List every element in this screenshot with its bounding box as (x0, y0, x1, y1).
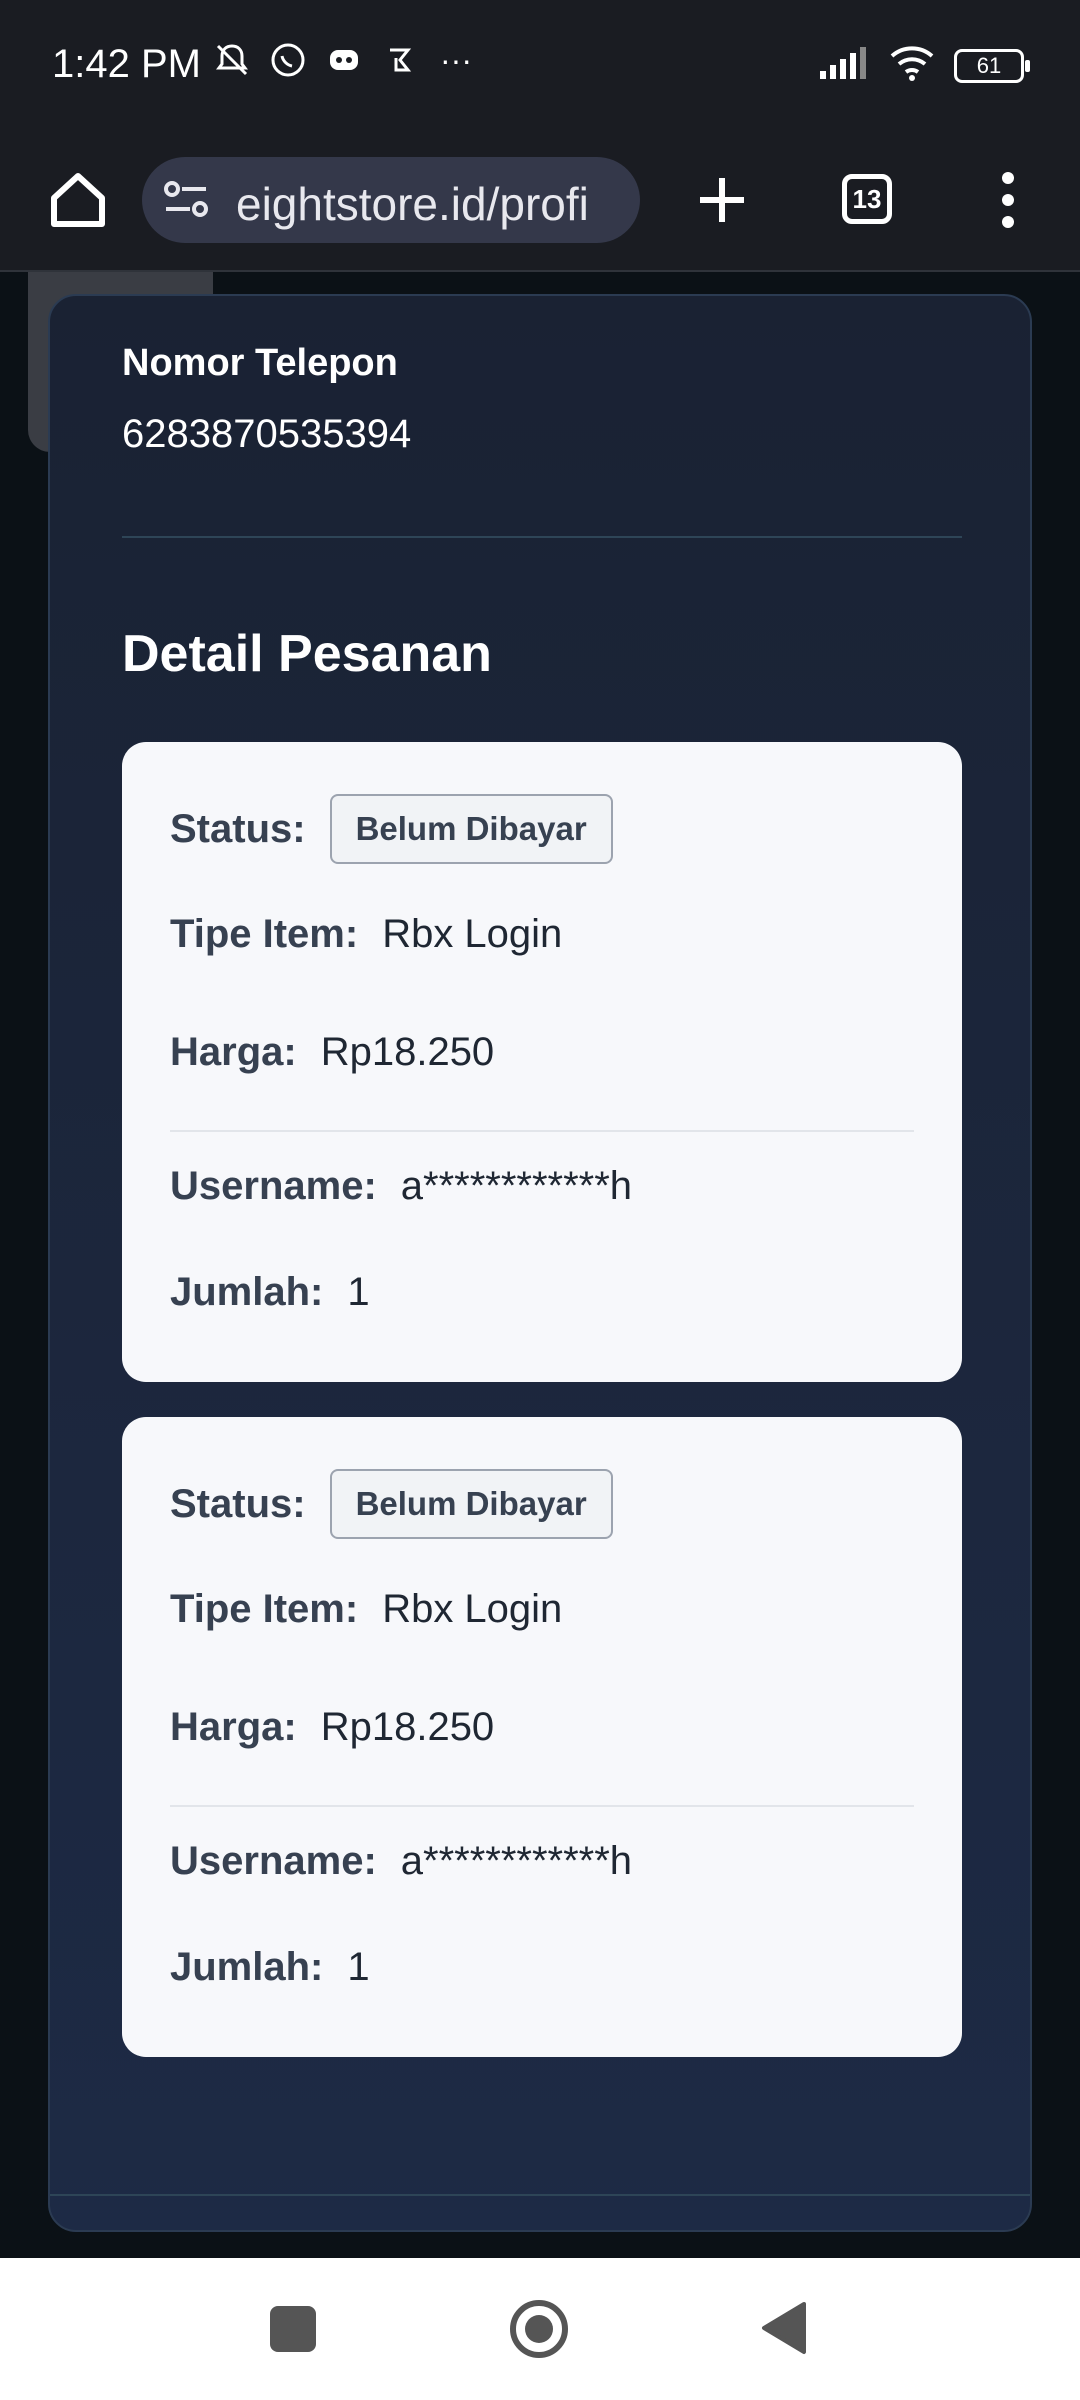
status-badge: Belum Dibayar (329, 1469, 613, 1539)
price-label: Harga: (170, 1705, 297, 1749)
price-row: Harga: Rp18.250 (170, 1705, 494, 1750)
username-label: Username: (170, 1164, 377, 1208)
battery-icon: 61 (954, 48, 1030, 83)
new-tab-button[interactable] (680, 158, 764, 242)
status-label: Status: (170, 806, 306, 851)
quantity-label: Jumlah: (170, 1945, 324, 1989)
home-nav-button[interactable] (508, 2298, 570, 2360)
home-circle-icon (510, 2300, 568, 2358)
item-type-label: Tipe Item: (170, 912, 359, 956)
price-value: Rp18.250 (320, 1705, 495, 1749)
site-settings-icon[interactable] (162, 179, 212, 221)
price-value: Rp18.250 (320, 1030, 495, 1074)
username-row: Username: a************h (170, 1839, 632, 1884)
status-row: Status: Belum Dibayar (170, 1469, 613, 1539)
phone-label: Nomor Telepon (122, 342, 398, 384)
url-text: eightstore.id/profi (236, 178, 589, 230)
tab-switcher-button[interactable]: 13 (826, 158, 910, 242)
address-bar[interactable]: eightstore.id/profi (142, 157, 640, 243)
home-button[interactable] (36, 158, 120, 242)
price-row: Harga: Rp18.250 (170, 1030, 494, 1075)
modal-footer-divider (50, 2194, 1030, 2196)
wifi-icon (888, 44, 936, 87)
item-type-value: Rbx Login (382, 1587, 563, 1631)
quantity-value: 1 (347, 1945, 370, 1989)
signal-icon (818, 45, 870, 86)
back-button[interactable] (760, 2300, 808, 2356)
recents-button[interactable] (270, 2306, 316, 2352)
username-value: a************h (400, 1839, 633, 1883)
item-type-row: Tipe Item: Rbx Login (170, 1587, 562, 1632)
quantity-row: Jumlah: 1 (170, 1270, 370, 1315)
app-icon (380, 40, 420, 80)
back-triangle-icon (762, 2302, 806, 2354)
status-row: Status: Belum Dibayar (170, 794, 613, 864)
status-badge: Belum Dibayar (329, 794, 613, 864)
plus-icon (700, 178, 744, 222)
phone-value: 6283870535394 (122, 412, 412, 456)
clock: 1:42 PM (52, 42, 201, 86)
discord-icon (324, 40, 364, 80)
more-dots: ··· (440, 42, 472, 78)
tab-count: 13 (842, 174, 892, 224)
section-title: Detail Pesanan (122, 625, 492, 683)
divider (122, 536, 962, 538)
system-icons: 61 (818, 44, 1030, 87)
order-card: Status: Belum Dibayar Tipe Item: Rbx Log… (122, 742, 962, 1382)
notification-icons: ··· (212, 40, 476, 80)
browser-menu-button[interactable] (966, 158, 1050, 242)
username-label: Username: (170, 1839, 377, 1883)
browser-toolbar: eightstore.id/profi 13 (0, 130, 1080, 272)
username-row: Username: a************h (170, 1164, 632, 1209)
quantity-label: Jumlah: (170, 1270, 324, 1314)
bell-off-icon (212, 40, 252, 80)
item-type-row: Tipe Item: Rbx Login (170, 912, 562, 957)
card-divider (170, 1805, 914, 1807)
username-value: a************h (400, 1164, 633, 1208)
price-label: Harga: (170, 1030, 297, 1074)
home-icon (51, 173, 105, 227)
item-type-value: Rbx Login (382, 912, 563, 956)
order-detail-modal: Nomor Telepon 6283870535394 Detail Pesan… (48, 294, 1032, 2232)
status-bar: 1:42 PM ··· 61 (0, 0, 1080, 130)
item-type-label: Tipe Item: (170, 1587, 359, 1631)
order-card: Status: Belum Dibayar Tipe Item: Rbx Log… (122, 1417, 962, 2057)
quantity-row: Jumlah: 1 (170, 1945, 370, 1990)
quantity-value: 1 (347, 1270, 370, 1314)
status-label: Status: (170, 1481, 306, 1526)
system-nav-bar (0, 2258, 1080, 2400)
card-divider (170, 1130, 914, 1132)
more-vertical-icon (1002, 172, 1014, 228)
whatsapp-icon (268, 40, 308, 80)
